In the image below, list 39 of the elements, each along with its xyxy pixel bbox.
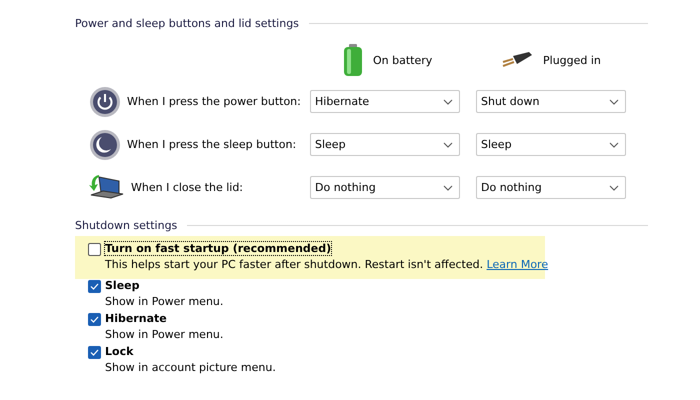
learn-more-link[interactable]: Learn More bbox=[486, 258, 548, 271]
setting-label: When I close the lid: bbox=[131, 181, 244, 194]
chevron-down-icon bbox=[609, 184, 619, 190]
checkbox[interactable] bbox=[88, 346, 101, 359]
option-title: Hibernate bbox=[105, 312, 167, 325]
moon-icon bbox=[89, 128, 121, 160]
column-heading: On battery bbox=[373, 54, 432, 66]
checkbox[interactable] bbox=[88, 280, 101, 293]
battery-icon bbox=[343, 44, 363, 76]
option-description: Show in Power menu. bbox=[105, 295, 224, 308]
chevron-down-icon bbox=[443, 184, 453, 190]
chevron-down-icon bbox=[443, 142, 453, 148]
checkmark-icon bbox=[90, 316, 99, 323]
chevron-down-icon bbox=[609, 142, 619, 148]
chevron-down-icon bbox=[443, 98, 453, 104]
option-description: Show in Power menu. bbox=[105, 328, 224, 341]
dropdown[interactable]: Sleep bbox=[476, 133, 626, 156]
checkmark-icon bbox=[90, 283, 99, 290]
setting-label: When I press the sleep button: bbox=[127, 138, 296, 151]
column-heading: Plugged in bbox=[543, 54, 601, 66]
option-description: Show in account picture menu. bbox=[105, 361, 276, 374]
option-title: Lock bbox=[105, 345, 134, 358]
section-heading: Power and sleep buttons and lid settings bbox=[75, 17, 299, 30]
dropdown[interactable]: Hibernate bbox=[310, 90, 460, 113]
checkbox[interactable] bbox=[88, 313, 101, 326]
option-description: This helps start your PC faster after shutdown. Restart isn't affected. Learn More bbox=[105, 258, 548, 271]
power-icon bbox=[89, 86, 121, 118]
option-title: Turn on fast startup (recommended) bbox=[105, 242, 332, 255]
setting-label: When I press the power button: bbox=[127, 95, 301, 108]
section-heading: Shutdown settings bbox=[75, 219, 178, 232]
plug-icon bbox=[501, 50, 533, 70]
chevron-down-icon bbox=[609, 98, 619, 104]
dropdown[interactable]: Sleep bbox=[310, 133, 460, 156]
dropdown[interactable]: Shut down bbox=[476, 90, 626, 113]
dropdown[interactable]: Do nothing bbox=[476, 176, 626, 199]
option-title: Sleep bbox=[105, 279, 140, 292]
dropdown[interactable]: Do nothing bbox=[310, 176, 460, 199]
checkbox[interactable] bbox=[88, 243, 101, 256]
checkmark-icon bbox=[90, 349, 99, 356]
